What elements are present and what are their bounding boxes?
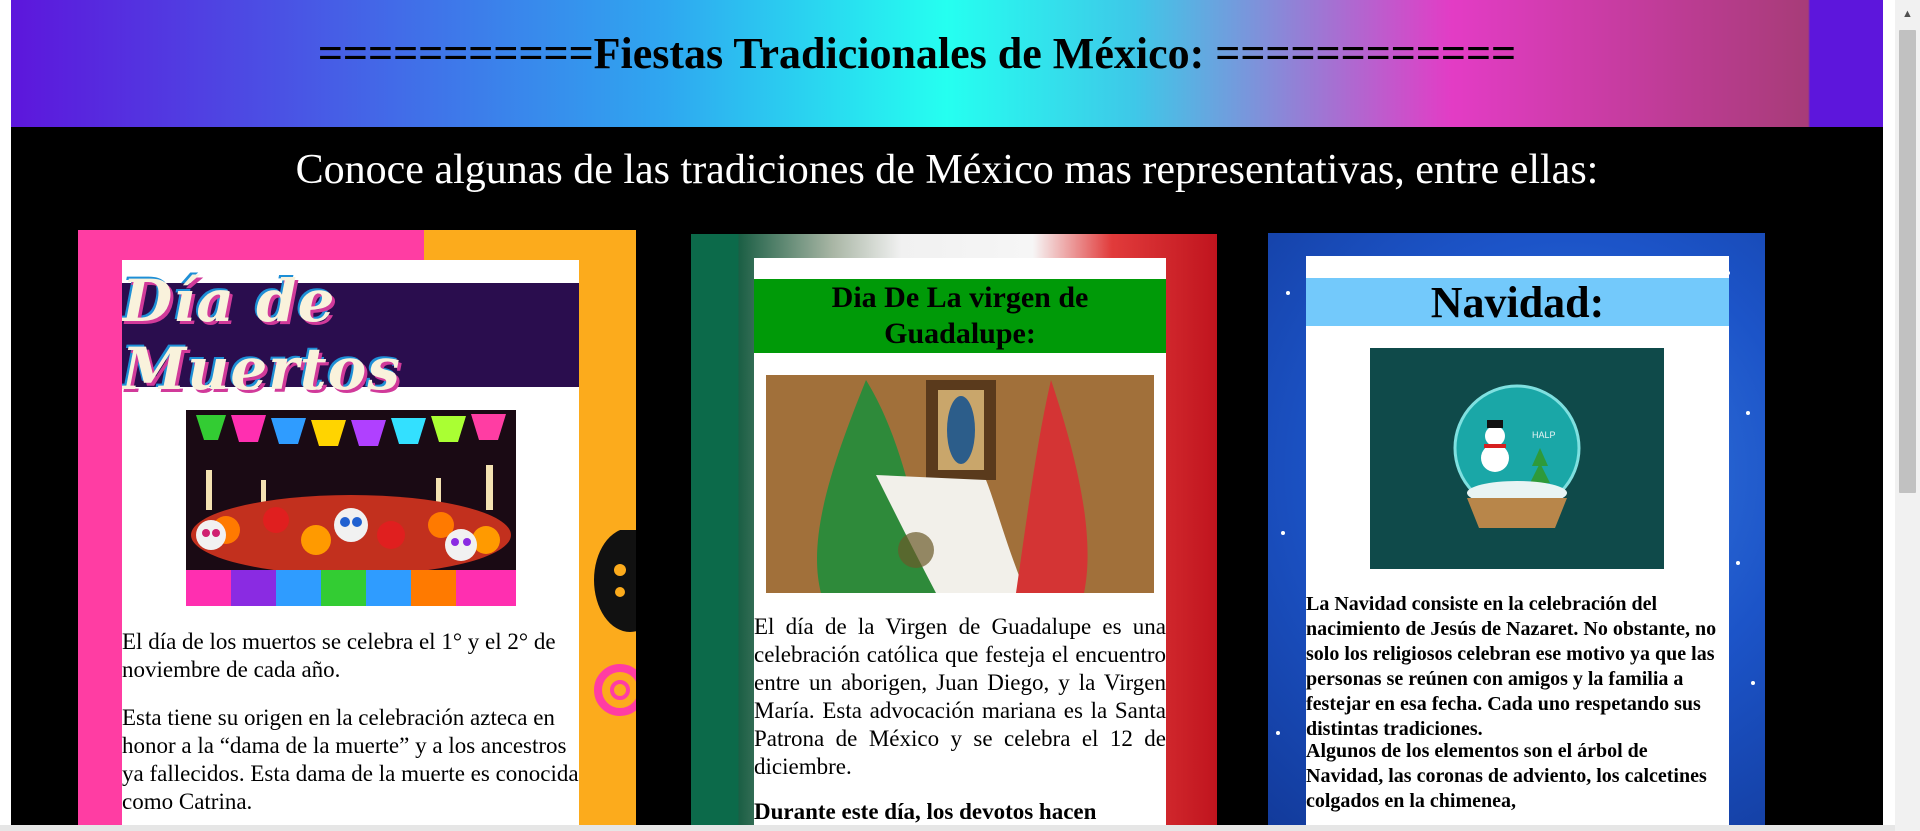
navidad-paragraph-1: La Navidad consiste en la celebración de… [1306,593,1717,740]
page-title: ===========Fiestas Tradicionales de Méxi… [317,29,1517,78]
header-banner: ===========Fiestas Tradicionales de Méxi… [11,0,1883,127]
guadalupe-title: Dia De La virgen de Guadalupe: [831,281,1089,350]
navidad-card: Navidad: HALP La Navidad consiste en la … [1306,256,1729,831]
vertical-scrollbar[interactable]: ▲ [1895,0,1920,831]
snow-globe-image: HALP [1370,348,1664,569]
snow-globe-caption: HALP [1532,430,1556,440]
guadalupe-panel: Dia De La virgen de Guadalupe: El día de… [691,234,1217,831]
guadalupe-paragraph-1: El día de la Virgen de Guadalupe es una … [754,614,1166,779]
page: ===========Fiestas Tradicionales de Méxi… [11,0,1883,831]
navidad-paragraph-2: Algunos de los elementos son el árbol de… [1306,740,1707,812]
navidad-panel: Navidad: HALP La Navidad consiste en la … [1268,233,1765,831]
muertos-paragraph-1: El día de los muertos se celebra el 1° y… [122,629,556,682]
guadalupe-card: Dia De La virgen de Guadalupe: El día de… [754,258,1166,831]
navidad-header: Navidad: [1306,277,1729,327]
horizontal-scrollbar-edge [0,825,1895,831]
scrollbar-thumb[interactable] [1899,30,1916,493]
scroll-up-icon[interactable]: ▲ [1895,0,1920,28]
skull-decoration-icon [594,530,636,716]
navidad-title: Navidad: [1430,277,1605,327]
muertos-logo-text: Día de Muertos [122,267,401,403]
muertos-paragraph-2: Esta tiene su origen en la celebración a… [122,705,579,814]
guadalupe-header: Dia De La virgen de Guadalupe: [754,279,1166,353]
guadalupe-basilica-image [766,375,1154,593]
guadalupe-paragraph-2: Durante este día, los devotos hacen [754,799,1097,824]
muertos-panel: Día de Muertos El día de los muertos se … [78,230,636,831]
muertos-altar-image [186,410,516,606]
muertos-logo: Día de Muertos [122,267,579,403]
page-subtitle: Conoce algunas de las tradiciones de Méx… [295,147,1599,193]
muertos-card: Día de Muertos El día de los muertos se … [122,260,579,831]
